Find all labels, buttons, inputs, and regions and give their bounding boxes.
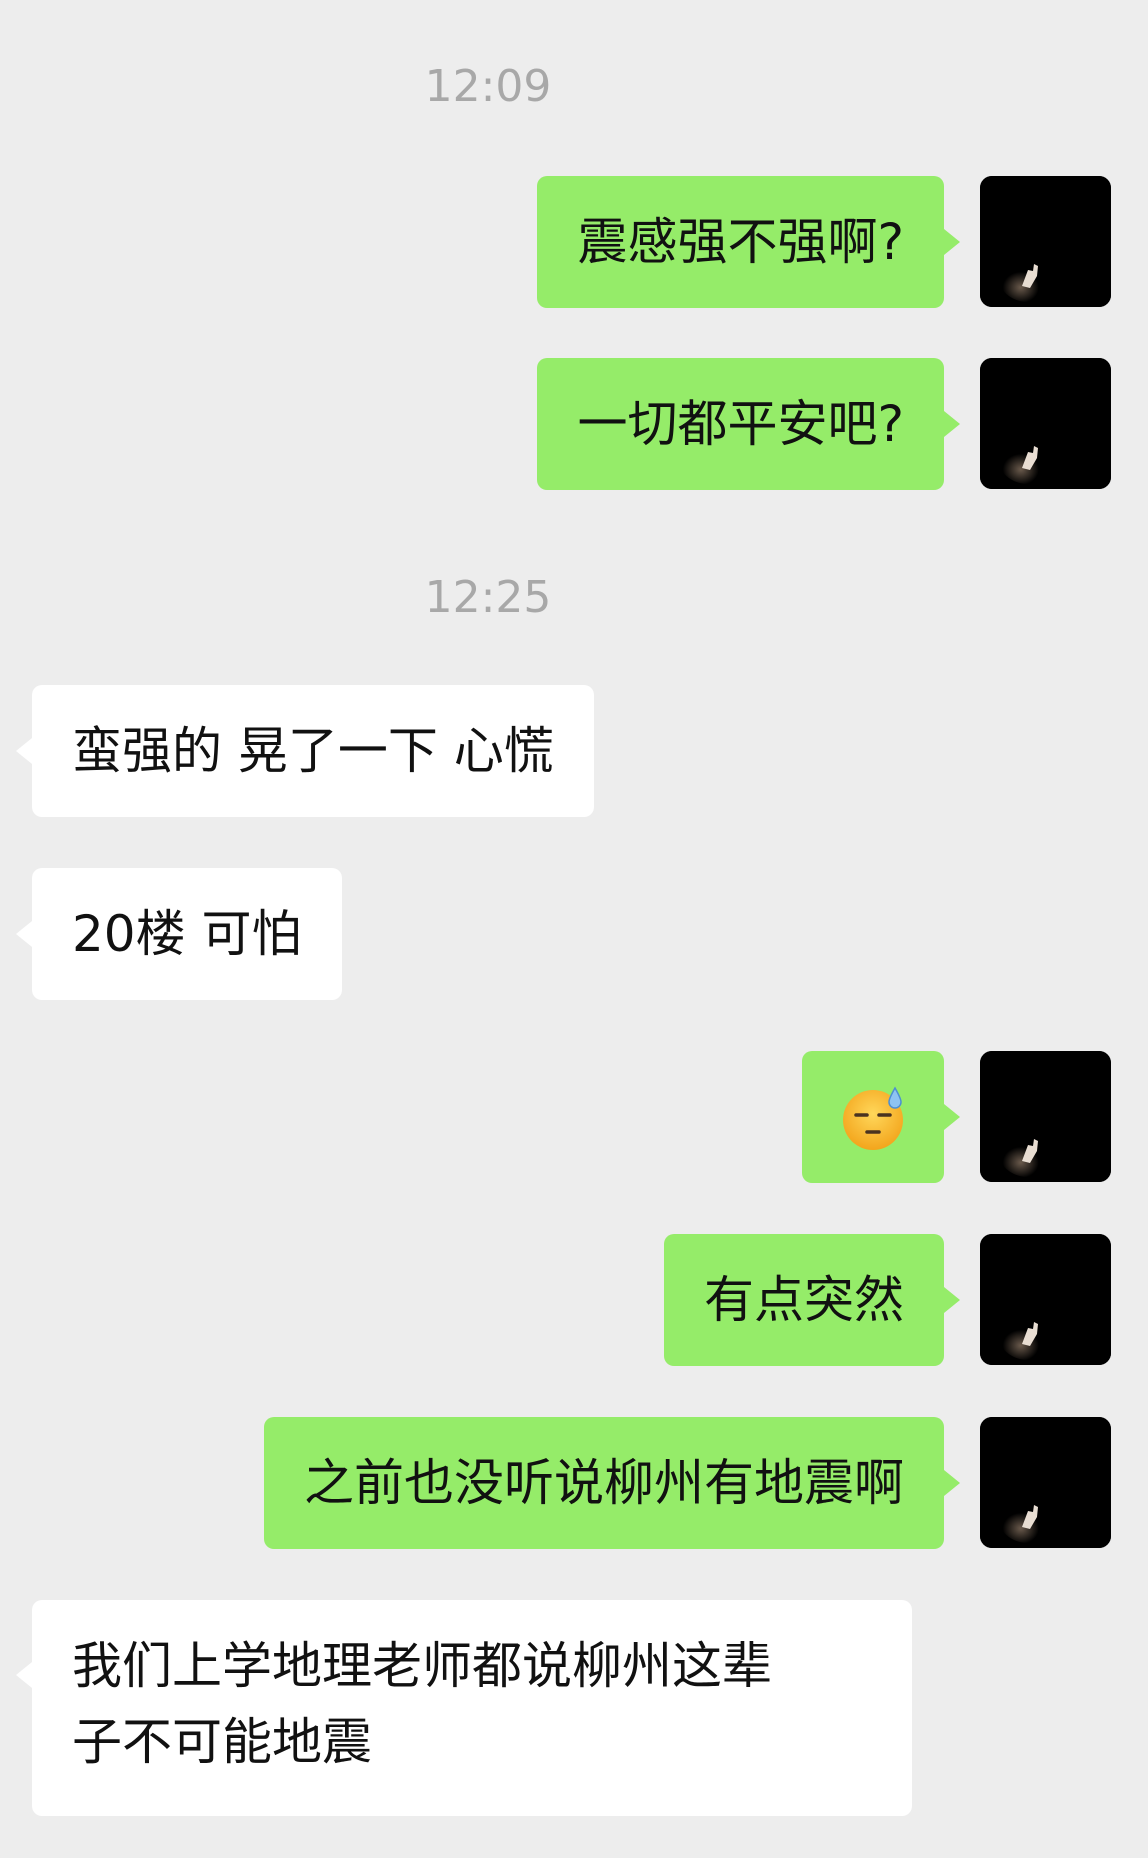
dark-photo-hand-avatar-icon bbox=[980, 1234, 1111, 1365]
sent-message-bubble[interactable]: 一切都平安吧? bbox=[537, 358, 960, 490]
user-avatar[interactable] bbox=[980, 176, 1111, 307]
message-text: 震感强不强啊? bbox=[577, 213, 904, 271]
sent-message-bubble[interactable] bbox=[802, 1051, 960, 1183]
dark-photo-hand-avatar-icon bbox=[980, 176, 1111, 307]
bubble-tail bbox=[16, 921, 32, 947]
bubble-tail bbox=[944, 1287, 960, 1313]
message-text: 20楼 可怕 bbox=[72, 905, 302, 963]
timestamp: 12:25 bbox=[424, 572, 552, 623]
message-text-line: 我们上学地理老师都说柳州这辈 bbox=[72, 1637, 772, 1695]
dark-photo-hand-avatar-icon bbox=[980, 1051, 1111, 1182]
message-text: 蛮强的 晃了一下 心慌 bbox=[72, 722, 554, 780]
bubble-tail bbox=[16, 738, 32, 764]
bubble-tail bbox=[16, 1662, 32, 1688]
bubble-tail bbox=[944, 1470, 960, 1496]
message-text: 一切都平安吧? bbox=[577, 395, 904, 453]
message-text: 之前也没听说柳州有地震啊 bbox=[304, 1454, 904, 1512]
message-text-line: 子不可能地震 bbox=[72, 1713, 372, 1771]
user-avatar[interactable] bbox=[980, 1051, 1111, 1182]
message-text: 有点突然 bbox=[704, 1271, 904, 1329]
received-message-bubble[interactable]: 我们上学地理老师都说柳州这辈 子不可能地震 bbox=[16, 1600, 912, 1816]
bubble-tail bbox=[944, 411, 960, 437]
sent-message-bubble[interactable]: 有点突然 bbox=[664, 1234, 960, 1366]
sent-message-bubble[interactable]: 之前也没听说柳州有地震啊 bbox=[264, 1417, 960, 1549]
user-avatar[interactable] bbox=[980, 358, 1111, 489]
bubble-tail bbox=[944, 1104, 960, 1130]
timestamp: 12:09 bbox=[424, 61, 552, 112]
downcast-face-with-sweat-emoji-icon bbox=[843, 1086, 903, 1150]
dark-photo-hand-avatar-icon bbox=[980, 1417, 1111, 1548]
sent-message-bubble[interactable]: 震感强不强啊? bbox=[537, 176, 960, 308]
bubble-tail bbox=[944, 229, 960, 255]
user-avatar[interactable] bbox=[980, 1234, 1111, 1365]
received-message-bubble[interactable]: 20楼 可怕 bbox=[16, 868, 342, 1000]
dark-photo-hand-avatar-icon bbox=[980, 358, 1111, 489]
user-avatar[interactable] bbox=[980, 1417, 1111, 1548]
received-message-bubble[interactable]: 蛮强的 晃了一下 心慌 bbox=[16, 685, 594, 817]
